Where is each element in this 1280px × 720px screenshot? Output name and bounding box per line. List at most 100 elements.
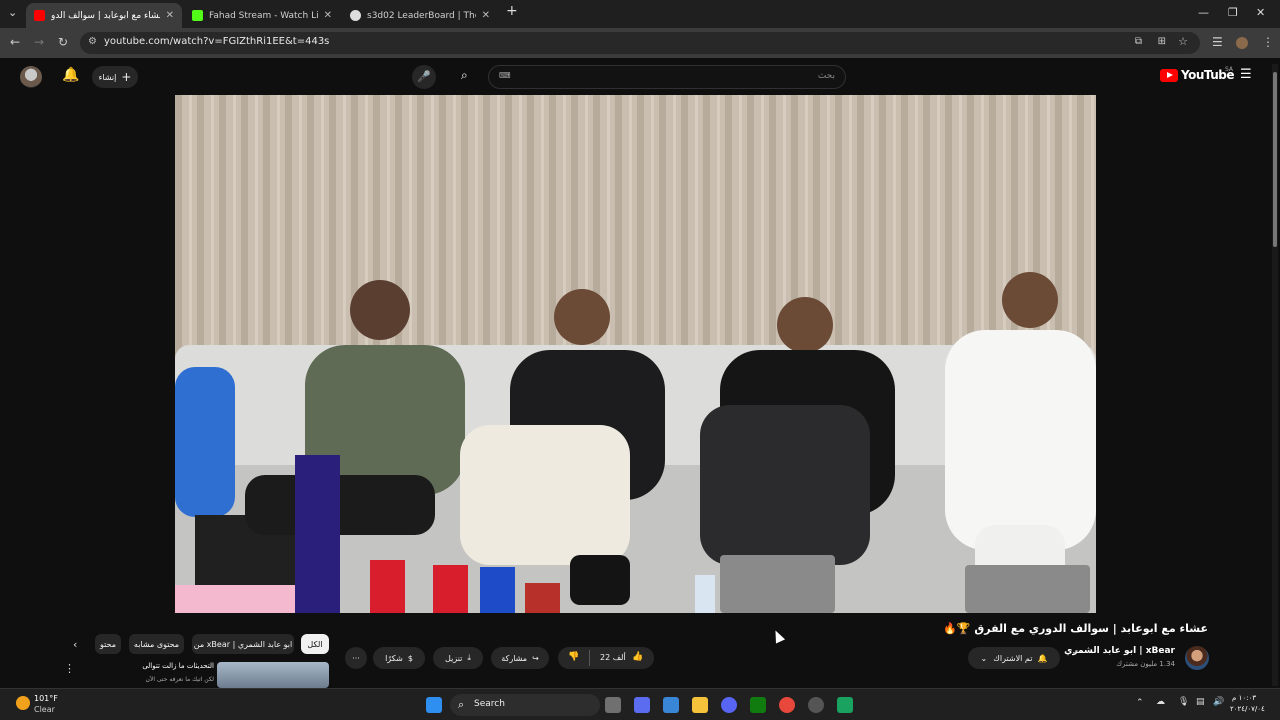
chip-from-channel[interactable]: من xBear | ابو عابد الشمري bbox=[192, 634, 294, 654]
close-tab-icon[interactable]: ✕ bbox=[166, 10, 174, 21]
tab-search-icon[interactable]: ⌄ bbox=[8, 6, 17, 19]
tab-title: s3d02 LeaderBoard | The best C bbox=[367, 10, 476, 21]
task-view-icon[interactable] bbox=[605, 697, 621, 713]
chip-label: محتوى مشابه bbox=[133, 639, 180, 649]
chip-label: الكل bbox=[307, 639, 323, 649]
network-icon[interactable]: ▤ bbox=[1196, 697, 1205, 707]
search-label: Search bbox=[474, 699, 505, 709]
app-icon[interactable] bbox=[808, 697, 824, 713]
cloud-icon[interactable]: ☁ bbox=[1156, 697, 1165, 707]
bell-icon: 🔔 bbox=[1037, 653, 1048, 663]
search-input[interactable]: ⌨ بحث bbox=[488, 65, 846, 89]
reading-list-icon[interactable]: ☰ bbox=[1212, 35, 1223, 49]
search-placeholder: بحث bbox=[817, 71, 835, 81]
chip-label: من xBear | ابو عابد الشمري bbox=[193, 639, 293, 649]
kick-favicon-icon bbox=[192, 10, 203, 21]
tab-youtube[interactable]: عشاء مع ابوعابد | سوالف الدو ✕ bbox=[26, 3, 182, 28]
verified-badge-icon: ✔ bbox=[1072, 648, 1079, 657]
tab-title: عشاء مع ابوعابد | سوالف الدو bbox=[51, 10, 160, 21]
channel-name[interactable]: xBear | ابو عابد الشمري bbox=[1064, 646, 1175, 656]
bookmark-star-icon[interactable]: ☆ bbox=[1178, 35, 1188, 48]
chevron-left-icon[interactable]: ‹ bbox=[73, 638, 77, 651]
subscribed-label: تم الاشتراك bbox=[993, 653, 1033, 663]
like-dislike-group: 👎 22 ألف 👍 bbox=[558, 647, 654, 669]
microphone-tray-icon[interactable]: 🎙 bbox=[1178, 697, 1189, 707]
dislike-button[interactable]: 👎 bbox=[568, 652, 579, 662]
chip-similar[interactable]: محتوى مشابه bbox=[129, 634, 184, 654]
clock-time[interactable]: ١٠:٠٣ م bbox=[1232, 694, 1256, 702]
copilot-icon[interactable] bbox=[634, 697, 650, 713]
site-info-icon[interactable]: ⚙ bbox=[88, 36, 97, 47]
download-icon: ⤓ bbox=[467, 653, 471, 662]
like-icon[interactable]: 👍 bbox=[632, 652, 643, 662]
weather-temp: 101°F bbox=[34, 694, 58, 703]
url-text: youtube.com/watch?v=FGIZthRi1EE&t=443s bbox=[104, 36, 330, 47]
download-label: تنزيل bbox=[445, 653, 463, 663]
scrollbar-thumb[interactable] bbox=[1273, 72, 1277, 247]
youtube-header: 🔔 إنشاء + 🎤 ⌕ ⌨ بحث YouTube SA ☰ bbox=[0, 58, 1280, 96]
share-label: مشاركة bbox=[501, 653, 528, 663]
file-explorer-icon[interactable] bbox=[692, 697, 708, 713]
youtube-favicon-icon bbox=[34, 10, 45, 21]
cast-icon[interactable]: ⧉ bbox=[1135, 36, 1142, 47]
chevron-down-icon: ⌄ bbox=[980, 653, 988, 663]
keyboard-icon[interactable]: ⌨ bbox=[499, 71, 511, 80]
channel-avatar[interactable] bbox=[1185, 646, 1209, 670]
account-avatar[interactable] bbox=[20, 66, 42, 88]
page-scrollbar[interactable] bbox=[1272, 64, 1278, 686]
thanks-icon: $ bbox=[407, 653, 413, 663]
volume-icon[interactable]: 🔊 bbox=[1213, 697, 1224, 707]
app-icon-green[interactable] bbox=[837, 697, 853, 713]
like-count[interactable]: 22 ألف bbox=[600, 653, 626, 662]
forward-icon[interactable]: → bbox=[34, 35, 44, 49]
chrome-icon[interactable] bbox=[779, 697, 795, 713]
search-icon[interactable]: ⌕ bbox=[461, 68, 468, 83]
translate-icon[interactable]: ⊞ bbox=[1158, 36, 1166, 47]
guide-menu-icon[interactable]: ☰ bbox=[1240, 67, 1252, 82]
address-bar[interactable]: ⚙ youtube.com/watch?v=FGIZthRi1EE&t=443s… bbox=[80, 32, 1200, 54]
create-button[interactable]: إنشاء + bbox=[92, 66, 138, 88]
rec-video-title[interactable]: التحديثات ما زالت تتوالى bbox=[138, 662, 214, 670]
voice-search-button[interactable]: 🎤 bbox=[412, 65, 436, 89]
notifications-bell-icon[interactable]: 🔔 bbox=[62, 67, 79, 83]
back-icon[interactable]: ← bbox=[10, 35, 20, 49]
chip-similar-partial[interactable]: محتو bbox=[95, 634, 121, 654]
plus-icon: + bbox=[121, 70, 132, 84]
download-button[interactable]: تنزيل ⤓ bbox=[433, 647, 483, 669]
start-windows-icon[interactable] bbox=[426, 697, 442, 713]
discord-icon[interactable] bbox=[721, 697, 737, 713]
more-options-icon[interactable]: ⋮ bbox=[64, 662, 75, 675]
video-player[interactable] bbox=[175, 95, 1096, 613]
browser-tab-strip: ⌄ عشاء مع ابوعابد | سوالف الدو ✕ Fahad S… bbox=[0, 0, 1280, 28]
subscribed-button[interactable]: ⌄ تم الاشتراك 🔔 bbox=[968, 647, 1060, 669]
browser-menu-icon[interactable]: ⋮ bbox=[1262, 35, 1274, 49]
share-button[interactable]: مشاركة ↪ bbox=[491, 647, 549, 669]
thanks-label: شكرًا bbox=[385, 653, 403, 663]
tab-kick[interactable]: Fahad Stream - Watch Live on K ✕ bbox=[184, 3, 340, 28]
close-tab-icon[interactable]: ✕ bbox=[482, 10, 490, 21]
show-hidden-icons-icon[interactable]: ⌃ bbox=[1136, 698, 1144, 708]
new-tab-button[interactable]: + bbox=[506, 3, 518, 19]
reload-icon[interactable]: ↻ bbox=[58, 35, 68, 49]
weather-icon[interactable] bbox=[16, 696, 30, 710]
maximize-icon[interactable]: ❐ bbox=[1228, 6, 1238, 19]
create-label: إنشاء bbox=[98, 72, 117, 82]
share-icon: ↪ bbox=[532, 653, 539, 663]
close-window-icon[interactable]: ✕ bbox=[1256, 6, 1265, 19]
xbox-icon[interactable] bbox=[750, 697, 766, 713]
rec-video-thumbnail[interactable] bbox=[217, 662, 329, 688]
chip-all[interactable]: الكل bbox=[301, 634, 329, 654]
thanks-button[interactable]: شكرًا $ bbox=[373, 647, 425, 669]
tab-leaderboard[interactable]: s3d02 LeaderBoard | The best C ✕ bbox=[342, 3, 498, 28]
youtube-logo-icon[interactable] bbox=[1160, 69, 1178, 82]
microphone-icon: 🎤 bbox=[417, 70, 431, 83]
taskbar-search[interactable]: ⌕ Search bbox=[450, 694, 600, 716]
profile-avatar[interactable] bbox=[1236, 37, 1248, 49]
region-code: SA bbox=[1225, 66, 1234, 73]
clock-date[interactable]: ٢٠٢٤/٠٧/٠٤ bbox=[1230, 705, 1265, 713]
store-icon[interactable] bbox=[663, 697, 679, 713]
minimize-icon[interactable]: — bbox=[1198, 6, 1209, 19]
more-actions-button[interactable]: ··· bbox=[345, 647, 367, 669]
leaderboard-favicon-icon bbox=[350, 10, 361, 21]
close-tab-icon[interactable]: ✕ bbox=[324, 10, 332, 21]
